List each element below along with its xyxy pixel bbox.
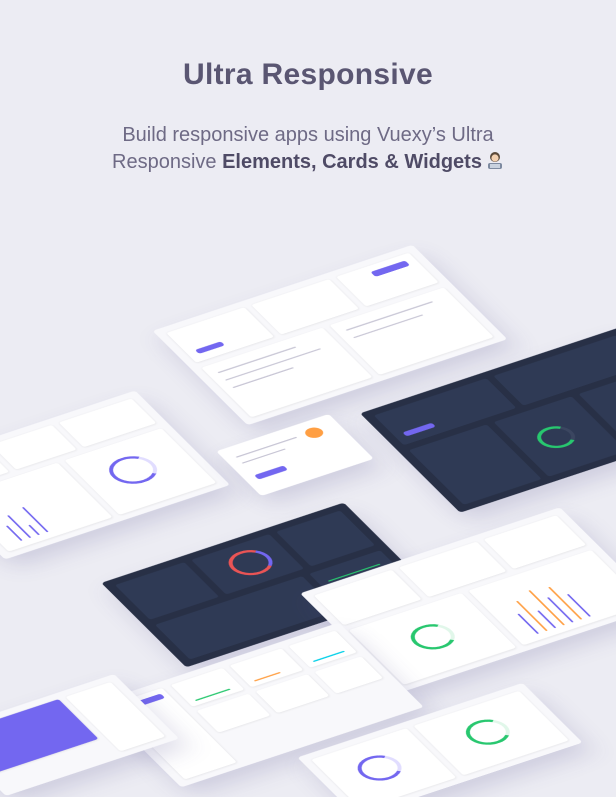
subtitle: Build responsive apps using Vuexy’s Ultr… [0,122,616,176]
subtitle-line-2: Responsive Elements, Cards & Widgets [0,149,616,176]
subtitle-line-2-bold: Elements, Cards & Widgets [222,151,482,173]
medal-icon [301,425,327,440]
screens-collage [0,200,616,797]
subtitle-line-2-plain: Responsive [112,151,223,173]
screen-congrats-card [216,414,374,496]
subtitle-line-1: Build responsive apps using Vuexy’s Ultr… [122,124,494,146]
hero: Ultra Responsive Build responsive apps u… [0,0,616,176]
page-title: Ultra Responsive [183,58,433,91]
woman-technologist-icon [486,151,504,171]
screen-light-left [0,390,231,560]
